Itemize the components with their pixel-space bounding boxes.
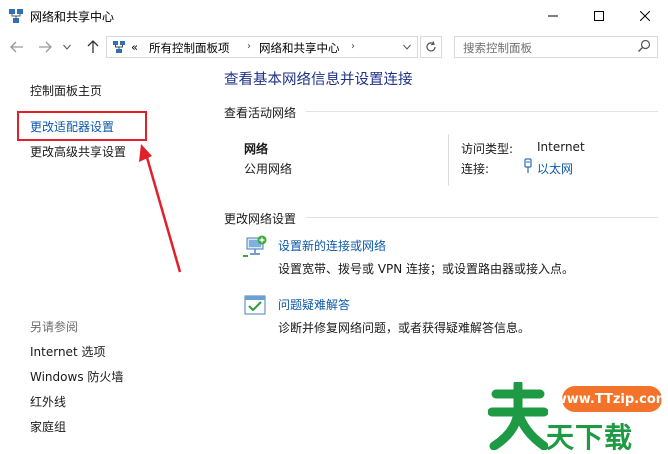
access-type-label: 访问类型: <box>461 142 514 156</box>
access-type-value: Internet <box>537 140 585 154</box>
close-icon <box>640 11 650 21</box>
breadcrumb-network-center[interactable]: 网络和共享中心 <box>259 40 340 56</box>
see-also-windows-firewall[interactable]: Windows 防火墙 <box>30 368 123 385</box>
ethernet-icon <box>524 158 532 173</box>
up-arrow-icon <box>87 40 99 53</box>
window-title: 网络和共享中心 <box>30 10 115 24</box>
section-divider <box>306 217 658 218</box>
troubleshoot-link[interactable]: 问题疑难解答 <box>278 296 350 313</box>
breadcrumb-all-control-panel-items[interactable]: 所有控制面板项 <box>149 40 230 56</box>
minimize-icon <box>548 15 558 17</box>
see-also-homegroup[interactable]: 家庭组 <box>30 418 66 435</box>
recent-locations-button[interactable] <box>58 38 76 56</box>
setup-new-connection-link[interactable]: 设置新的连接或网络 <box>278 237 386 254</box>
chevron-down-icon <box>63 44 71 50</box>
address-bar[interactable]: « 所有控制面板项 › 网络和共享中心 › <box>106 36 418 58</box>
network-info-divider <box>448 134 449 186</box>
search-input[interactable]: 搜索控制面板 <box>454 36 658 58</box>
network-profile: 公用网络 <box>244 162 293 176</box>
setup-new-connection-description: 设置宽带、拨号或 VPN 连接；或设置路由器或接入点。 <box>278 262 575 276</box>
search-placeholder: 搜索控制面板 <box>463 41 532 55</box>
forward-button[interactable] <box>36 38 54 56</box>
maximize-button[interactable] <box>576 0 622 32</box>
address-dropdown-button[interactable] <box>399 40 415 54</box>
maximize-icon <box>594 11 604 21</box>
sidebar-control-panel-home[interactable]: 控制面板主页 <box>30 82 102 99</box>
breadcrumb-separator-icon[interactable]: › <box>247 41 251 52</box>
minimize-button[interactable] <box>530 0 576 32</box>
watermark-url: www.TTzip.com <box>555 386 668 412</box>
back-arrow-icon <box>10 41 23 53</box>
chevron-down-icon <box>403 44 411 50</box>
close-button[interactable] <box>622 0 668 32</box>
new-connection-icon <box>243 235 267 257</box>
search-icon[interactable] <box>637 39 651 53</box>
control-panel-icon <box>113 41 125 53</box>
navigation-bar: « 所有控制面板项 › 网络和共享中心 › 搜索控制面板 <box>0 32 668 62</box>
title-bar: 网络和共享中心 <box>0 0 668 32</box>
section-divider <box>306 111 658 112</box>
network-name: 网络 <box>244 142 269 156</box>
refresh-icon <box>426 41 436 52</box>
see-also-internet-options[interactable]: Internet 选项 <box>30 343 105 360</box>
connections-label: 连接: <box>461 162 490 176</box>
network-center-icon <box>9 9 23 23</box>
watermark-text: 天下载 <box>546 421 634 454</box>
refresh-button[interactable] <box>420 36 442 58</box>
troubleshoot-description: 诊断并修复网络问题，或者获得疑难解答信息。 <box>278 321 531 335</box>
page-title: 查看基本网络信息并设置连接 <box>224 72 413 88</box>
watermark-logo <box>488 382 548 450</box>
ethernet-connection-link[interactable]: 以太网 <box>537 160 573 177</box>
breadcrumb-overflow[interactable]: « <box>131 40 138 54</box>
see-also-heading: 另请参阅 <box>30 320 79 334</box>
sidebar-change-advanced-sharing[interactable]: 更改高级共享设置 <box>30 143 126 160</box>
change-settings-heading: 更改网络设置 <box>224 212 297 226</box>
breadcrumb-separator-icon[interactable]: › <box>351 41 355 52</box>
annotation-highlight-box <box>17 111 147 141</box>
forward-arrow-icon <box>39 41 52 53</box>
see-also-infrared[interactable]: 红外线 <box>30 393 66 410</box>
back-button[interactable] <box>8 38 26 56</box>
troubleshoot-icon <box>244 295 266 315</box>
up-button[interactable] <box>84 38 102 56</box>
active-networks-heading: 查看活动网络 <box>224 106 297 120</box>
